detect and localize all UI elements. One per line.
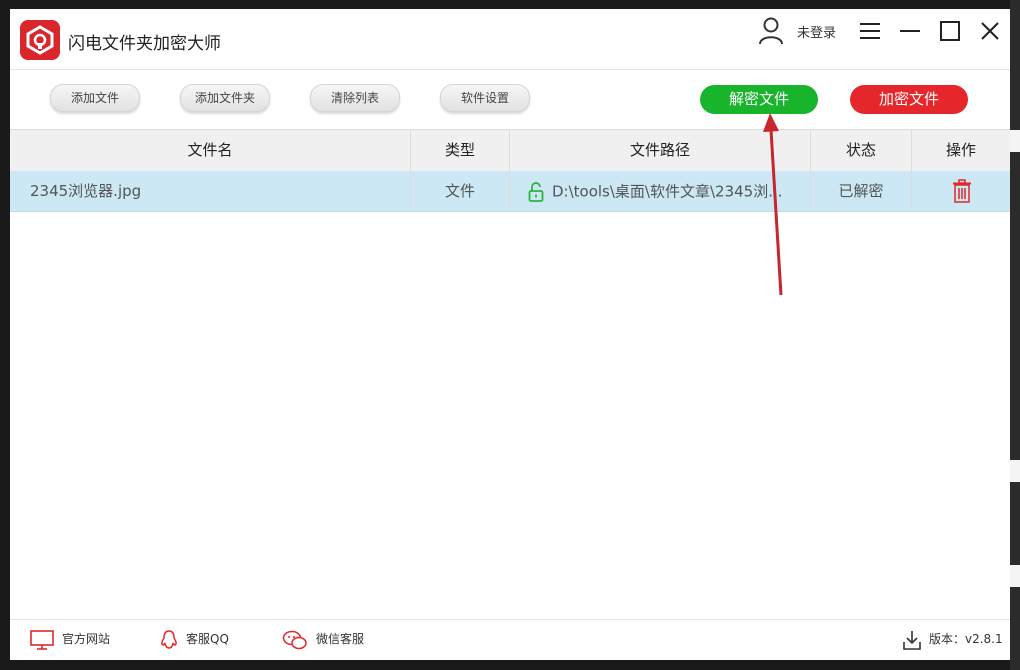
table-row[interactable]: 2345浏览器.jpg 文件 D:\tools\桌面\软件文章\2345浏...… <box>10 171 1010 212</box>
qq-support-link[interactable]: 客服QQ <box>160 620 229 660</box>
encrypt-button[interactable]: 加密文件 <box>850 85 968 114</box>
decrypt-button[interactable]: 解密文件 <box>700 85 818 114</box>
qq-support-label: 客服QQ <box>186 632 229 646</box>
maximize-icon[interactable] <box>938 19 962 43</box>
cell-file-path: D:\tools\桌面\软件文章\2345浏... <box>510 171 811 211</box>
background-strip <box>1010 130 1020 152</box>
settings-button[interactable]: 软件设置 <box>440 84 530 112</box>
cell-action <box>912 171 1010 211</box>
column-header-path[interactable]: 文件路径 <box>510 130 811 171</box>
qq-icon <box>161 629 177 649</box>
user-icon[interactable] <box>758 17 784 45</box>
add-folder-button[interactable]: 添加文件夹 <box>180 84 270 112</box>
login-status[interactable]: 未登录 <box>797 22 836 41</box>
footer: 官方网站 客服QQ 微信客服 版本：v2.8.1 <box>10 619 1010 660</box>
unlock-icon <box>528 181 544 202</box>
wechat-support-label: 微信客服 <box>316 632 365 646</box>
menu-icon[interactable] <box>858 19 882 43</box>
column-header-name[interactable]: 文件名 <box>10 130 411 171</box>
logo-icon <box>20 20 60 60</box>
close-icon[interactable] <box>978 19 1002 43</box>
column-header-status[interactable]: 状态 <box>811 130 912 171</box>
app-title: 闪电文件夹加密大师 <box>68 34 221 54</box>
table-header: 文件名 类型 文件路径 状态 操作 <box>10 129 1010 172</box>
title-bar: 闪电文件夹加密大师 未登录 <box>10 9 1010 70</box>
clear-list-button[interactable]: 清除列表 <box>310 84 400 112</box>
app-window: 闪电文件夹加密大师 未登录 添加文件 添加文件夹 清除列表 软件设置 解密文件 … <box>10 9 1010 660</box>
column-header-type[interactable]: 类型 <box>411 130 510 171</box>
toolbar: 添加文件 添加文件夹 清除列表 软件设置 解密文件 加密文件 <box>10 70 1010 129</box>
official-site-label: 官方网站 <box>62 632 111 646</box>
wechat-support-link[interactable]: 微信客服 <box>282 620 364 660</box>
version-info[interactable]: 版本：v2.8.1 <box>903 620 1003 660</box>
add-file-button[interactable]: 添加文件 <box>50 84 140 112</box>
background-strip <box>1010 460 1020 482</box>
wechat-icon <box>282 630 307 649</box>
monitor-icon <box>30 629 54 650</box>
cell-file-name: 2345浏览器.jpg <box>10 171 411 211</box>
version-label: 版本：v2.8.1 <box>929 632 1003 646</box>
trash-icon[interactable] <box>952 179 972 203</box>
file-path-text: D:\tools\桌面\软件文章\2345浏... <box>552 182 783 201</box>
cell-status: 已解密 <box>811 171 912 211</box>
background-strip <box>1010 565 1020 587</box>
column-header-action: 操作 <box>945 141 976 159</box>
download-icon <box>903 630 921 650</box>
cell-file-type: 文件 <box>411 171 510 211</box>
minimize-icon[interactable] <box>898 19 922 43</box>
official-site-link[interactable]: 官方网站 <box>30 620 110 660</box>
